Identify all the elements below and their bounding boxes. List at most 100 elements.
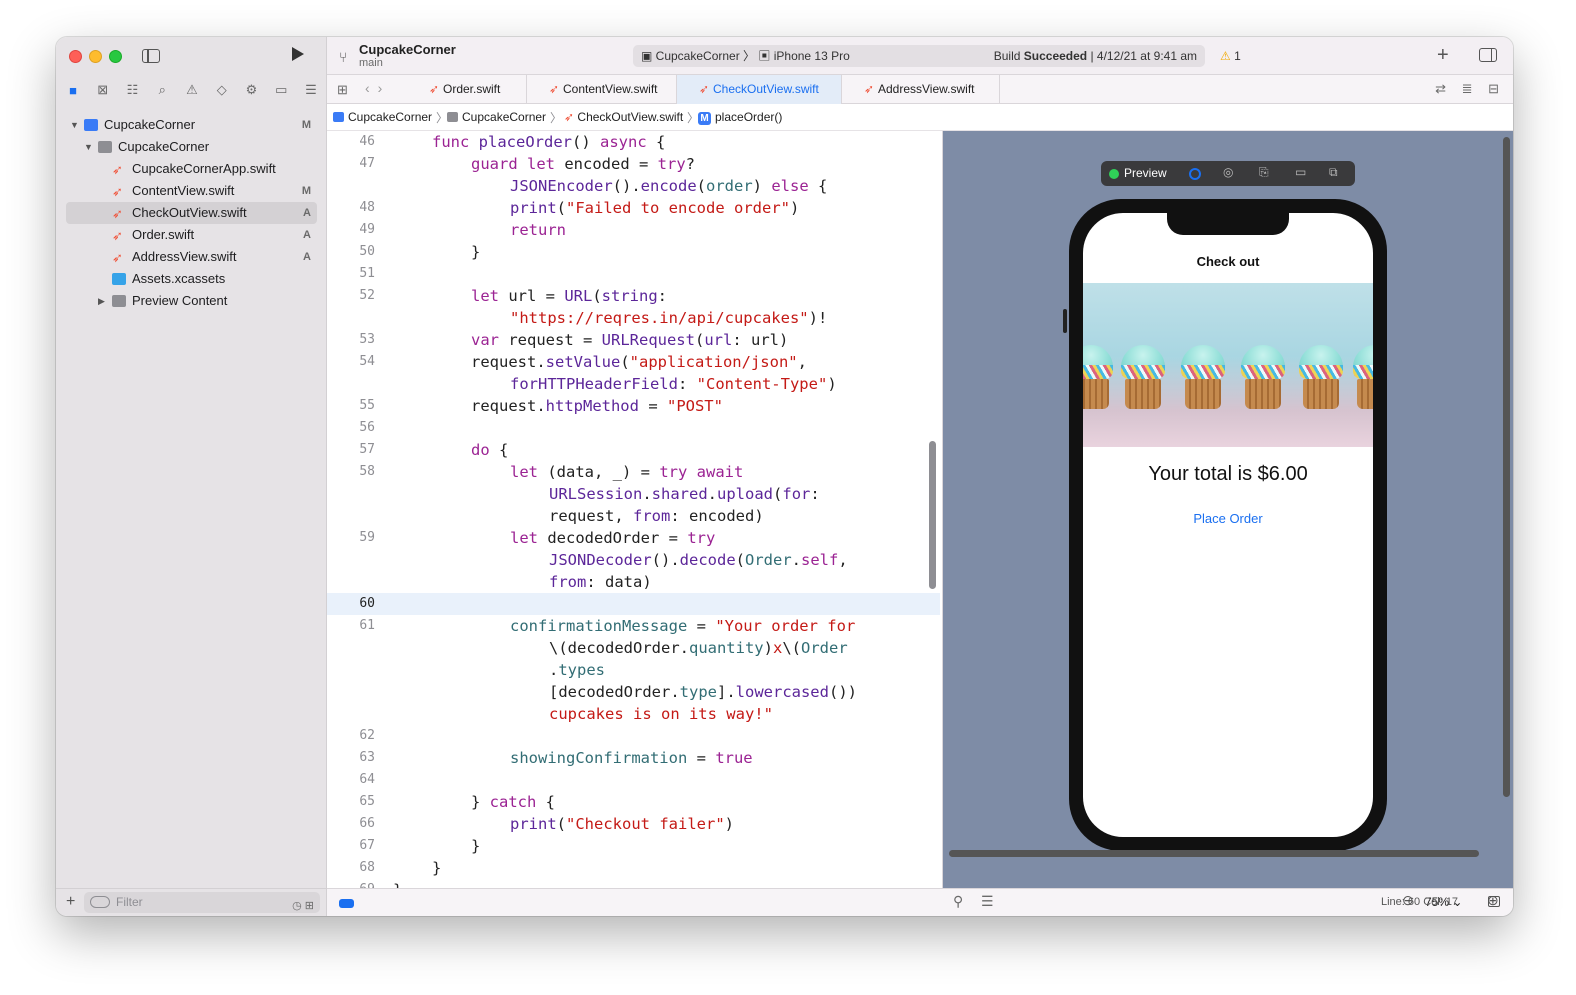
- debug-icon[interactable]: ⚙: [243, 81, 261, 99]
- activity-view[interactable]: ▣ CupcakeCorner 〉 ▣ iPhone 13 Pro Build …: [633, 45, 1205, 67]
- total-label: Your total is $6.00: [1148, 463, 1308, 485]
- code-line: 57 do {: [359, 441, 509, 459]
- console-toggle-icon[interactable]: [1488, 896, 1500, 907]
- report-icon[interactable]: ☰: [302, 81, 320, 99]
- build-status: Build Succeeded | 4/12/21 at 9:41 am: [993, 49, 1197, 63]
- code-line: .types: [549, 661, 606, 679]
- tree-item-group[interactable]: ▶ Preview Content: [56, 290, 327, 312]
- tree-item-file[interactable]: ➶ CupcakeCornerApp.swift: [56, 158, 327, 180]
- swift-file-icon: ➶: [112, 250, 123, 265]
- code-line: 50}: [359, 243, 481, 261]
- code-line: [decodedOrder.type].lowercased()): [549, 683, 857, 701]
- swift-file-icon: ➶: [864, 82, 875, 96]
- add-icon[interactable]: +: [66, 893, 75, 911]
- debug-area-toggle-icon[interactable]: [339, 899, 354, 908]
- selectable-mode-icon[interactable]: ◎: [1223, 165, 1233, 179]
- folder-icon: [112, 295, 126, 307]
- tab-bar: ⊞ ‹› ➶ Order.swift ➶ ContentView.swift ➶ Ch…: [327, 75, 1513, 104]
- code-line: 52 let url = URL(string:: [359, 287, 668, 305]
- symbol-icon[interactable]: ☷: [124, 81, 142, 99]
- run-button[interactable]: [292, 47, 304, 61]
- tree-item-file[interactable]: ➶ ContentView.swift M: [56, 180, 327, 202]
- code-line: request, from: encoded): [549, 507, 764, 525]
- place-order-button[interactable]: Place Order: [1083, 511, 1373, 526]
- notch: [1167, 213, 1289, 235]
- tree-item-file[interactable]: Assets.xcassets: [56, 268, 327, 290]
- swift-file-icon: ➶: [112, 228, 123, 243]
- code-line: 53 var request = URLRequest(url: url): [359, 331, 789, 349]
- tree-item-group[interactable]: ▼ CupcakeCorner: [56, 136, 327, 158]
- tree-item-file[interactable]: ➶ AddressView.swift A: [56, 246, 327, 268]
- asset-catalog-icon: [112, 273, 126, 285]
- folder-icon[interactable]: ■: [64, 81, 82, 99]
- tree-item-file-selected[interactable]: ➶ CheckOutView.swift A: [66, 202, 317, 224]
- folder-icon: [98, 141, 112, 153]
- source-control-icon[interactable]: ⊠: [94, 81, 112, 99]
- editor-scrollbar[interactable]: [929, 441, 936, 589]
- back-forward-icons[interactable]: ‹›: [365, 80, 390, 96]
- filter-icon: [90, 896, 110, 908]
- xcode-window: ■ ⊠ ☷ ⌕ ⚠ ◇ ⚙ ▭ ☰ ▼ CupcakeCorner M ▼ Cu…: [56, 37, 1513, 916]
- tree-item-file[interactable]: ➶ Order.swift A: [56, 224, 327, 246]
- code-line: 54 request.setValue("application/json",: [359, 353, 807, 371]
- breakpoint-icon[interactable]: ▭: [272, 81, 290, 99]
- code-line: 63 showingConfirmation = true: [359, 749, 753, 767]
- editor-options-icons[interactable]: ⇄ ≣ ⊟: [1435, 81, 1505, 97]
- code-line: 66 print("Checkout failer"): [359, 815, 734, 833]
- tab-addressview[interactable]: ➶ AddressView.swift: [842, 75, 1000, 104]
- device-settings-icon[interactable]: ▭: [1295, 165, 1306, 179]
- code-line: 61 confirmationMessage = "Your order for: [359, 617, 856, 635]
- code-line: 58 let (data, _) = try await: [359, 463, 744, 481]
- device-screen: Check out Your total is $6.00 Place Orde…: [1083, 213, 1373, 837]
- search-icon[interactable]: ⌕: [153, 81, 171, 99]
- swift-file-icon: ➶: [429, 82, 440, 96]
- code-line: 51: [359, 266, 375, 281]
- code-line: 48 print("Failed to encode order"): [359, 199, 800, 217]
- tab-checkoutview[interactable]: ➶ CheckOutView.swift: [677, 75, 842, 104]
- canvas-vertical-scrollbar[interactable]: [1503, 137, 1510, 797]
- code-line: URLSession.shared.upload(for:: [549, 485, 820, 503]
- code-line: cupcakes is on its way!": [549, 705, 773, 723]
- code-line: 49 return: [359, 221, 566, 239]
- tab-contentview[interactable]: ➶ ContentView.swift: [527, 75, 677, 104]
- zoom-window-button[interactable]: [109, 50, 122, 63]
- test-icon[interactable]: ◇: [213, 81, 231, 99]
- navigator-filter-bar: + Filter ◷ ⊞: [56, 888, 327, 916]
- navigator-selector-bar: ■ ⊠ ☷ ⌕ ⚠ ◇ ⚙ ▭ ☰: [64, 81, 320, 99]
- jump-file[interactable]: ➶ CheckOutView.swift: [564, 110, 683, 124]
- canvas-horizontal-scrollbar[interactable]: [949, 850, 1479, 857]
- swift-file-icon: ➶: [112, 206, 123, 221]
- code-line: forHTTPHeaderField: "Content-Type"): [510, 375, 837, 393]
- rotate-icon[interactable]: ⎘: [1259, 165, 1269, 180]
- add-library-icon[interactable]: +: [1437, 44, 1449, 67]
- sidebar-toggle-icon[interactable]: [142, 49, 160, 63]
- warning-badge[interactable]: ⚠ 1: [1220, 49, 1241, 63]
- swift-file-icon: ➶: [112, 184, 123, 199]
- jump-symbol[interactable]: MplaceOrder(): [698, 110, 782, 125]
- live-mode-icon[interactable]: [1189, 168, 1201, 180]
- live-status-icon: [1109, 169, 1119, 179]
- inspector-toggle-icon[interactable]: [1479, 48, 1497, 62]
- code-editor[interactable]: 46 func placeOrder() async { 47 guard let …: [327, 131, 940, 888]
- scheme-selector[interactable]: ▣ CupcakeCorner 〉 ▣ iPhone 13 Pro: [641, 45, 850, 67]
- grid-icon[interactable]: ⊞: [337, 82, 348, 98]
- code-line: 47 guard let encoded = try?: [359, 155, 696, 173]
- adjust-icon[interactable]: ☰: [981, 893, 994, 910]
- code-line: \(decodedOrder.quantity)x\(Order: [549, 639, 848, 657]
- duplicate-icon[interactable]: ⧉: [1329, 165, 1338, 180]
- tab-order[interactable]: ➶ Order.swift: [407, 75, 527, 104]
- jump-group[interactable]: CupcakeCorner: [447, 110, 546, 124]
- tree-item-project[interactable]: ▼ CupcakeCorner M: [56, 114, 327, 136]
- code-line: 46 func placeOrder() async {: [359, 133, 666, 151]
- swift-file-icon: ➶: [549, 82, 560, 96]
- pin-icon[interactable]: ⚲: [953, 893, 963, 910]
- issue-icon[interactable]: ⚠: [183, 81, 201, 99]
- minimize-window-button[interactable]: [89, 50, 102, 63]
- jump-project[interactable]: CupcakeCorner: [333, 110, 432, 124]
- code-line: 67}: [359, 837, 481, 855]
- close-window-button[interactable]: [69, 50, 82, 63]
- filter-input[interactable]: Filter ◷ ⊞: [84, 892, 320, 913]
- recent-filter-icon[interactable]: ◷ ⊞: [292, 896, 314, 916]
- toolbar: ⑂ CupcakeCorner main ▣ CupcakeCorner 〉 ▣…: [292, 37, 1513, 75]
- code-line: 64: [359, 772, 375, 787]
